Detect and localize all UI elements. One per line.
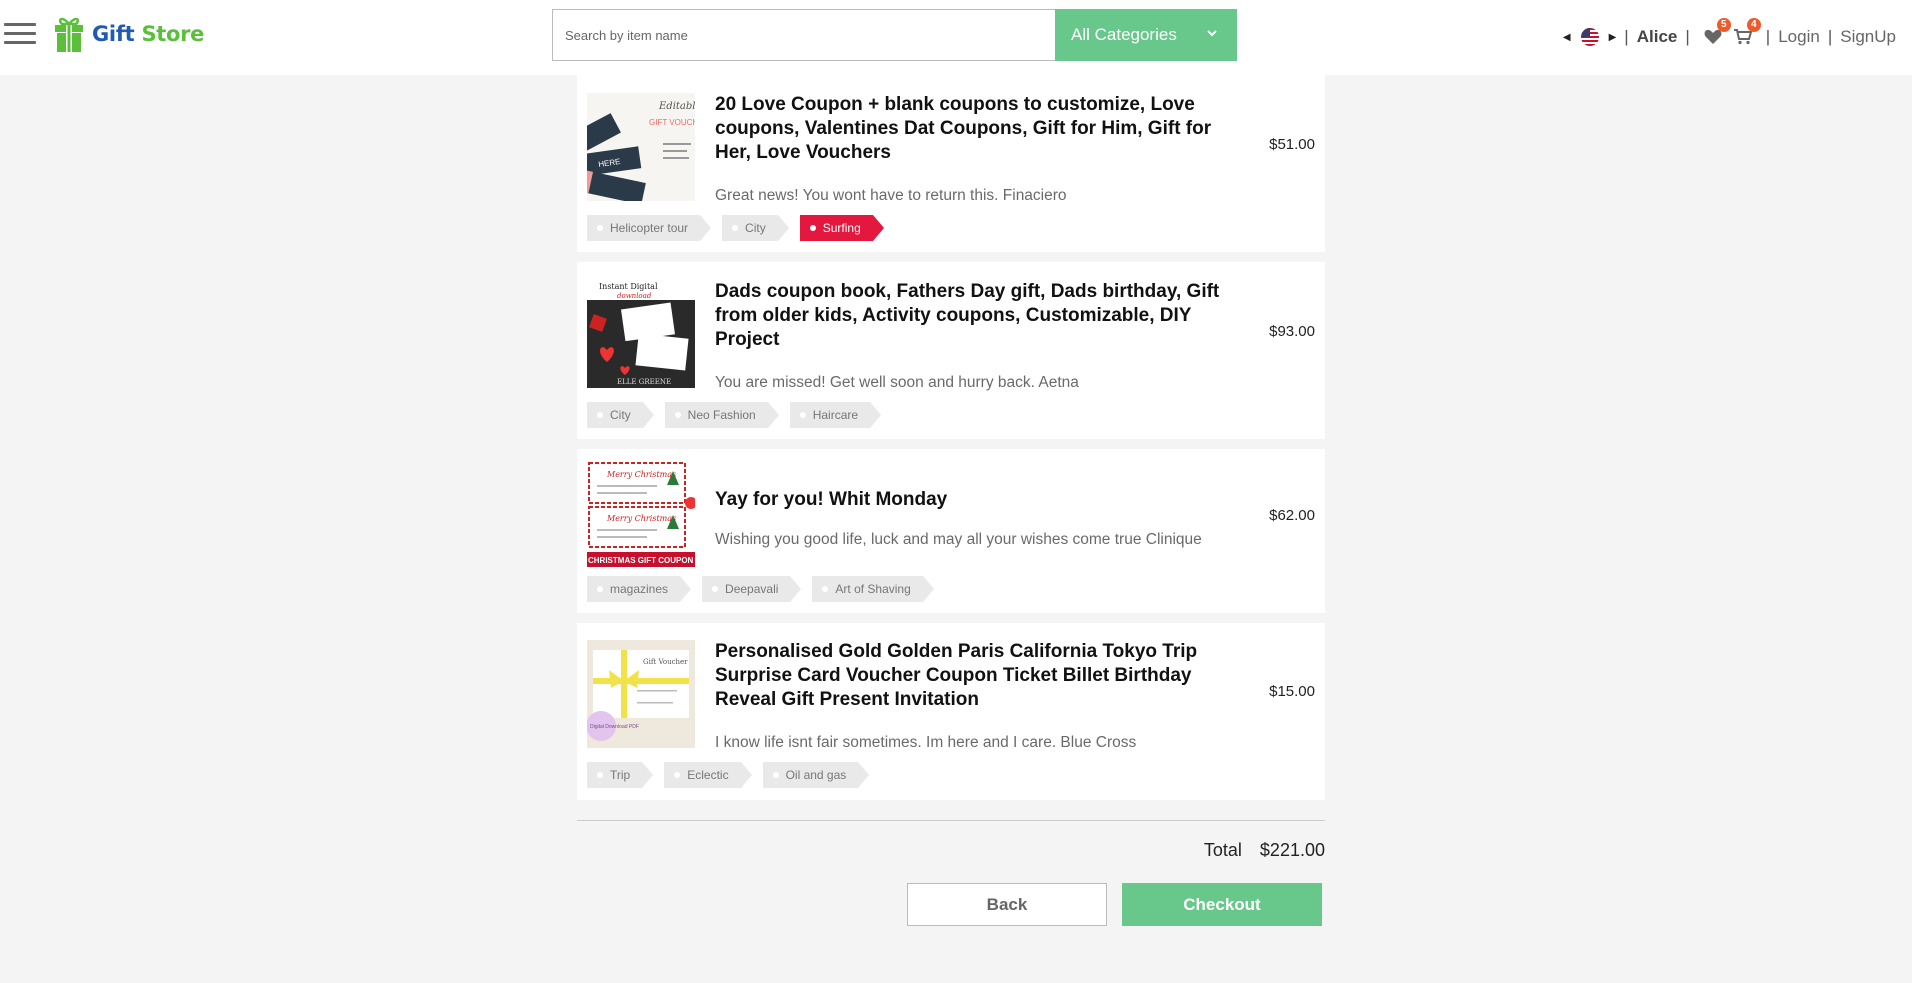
- tag-list: City Neo Fashion Haircare: [587, 402, 892, 428]
- tag-active[interactable]: Surfing: [799, 215, 884, 241]
- divider: [577, 820, 1325, 821]
- svg-text:ELLE GREENE: ELLE GREENE: [617, 378, 671, 386]
- item-price: $93.00: [1269, 323, 1315, 340]
- total-label: Total: [1203, 840, 1242, 860]
- tag[interactable]: Trip: [587, 762, 654, 788]
- separator: |: [1765, 27, 1771, 46]
- checkout-button[interactable]: Checkout: [1122, 883, 1322, 926]
- back-button[interactable]: Back: [907, 883, 1107, 926]
- tag[interactable]: magazines: [587, 576, 692, 602]
- right-nav: ◀ ▶ | Alice | 5 4 | Login | SignUp: [1563, 18, 1896, 52]
- item-price: $62.00: [1269, 507, 1315, 524]
- svg-text:Editable: Editable: [658, 101, 695, 112]
- category-select-value: All Categories: [1071, 25, 1177, 44]
- svg-text:Merry Christmas: Merry Christmas: [606, 470, 676, 479]
- caret-left-icon[interactable]: ◀: [1563, 32, 1571, 43]
- item-description: I know life isnt fair sometimes. Im here…: [715, 734, 1137, 751]
- svg-text:GIFT VOUCHER: GIFT VOUCHER: [649, 118, 695, 127]
- item-title[interactable]: Yay for you! Whit Monday: [715, 488, 1245, 512]
- cart-item: Gift Voucher Digital Download PDF Person…: [577, 623, 1325, 800]
- tag-list: Helicopter tour City Surfing: [587, 215, 895, 241]
- item-description: You are missed! Get well soon and hurry …: [715, 374, 1079, 391]
- wishlist-count-badge: 5: [1716, 18, 1731, 32]
- tag-list: Trip Eclectic Oil and gas: [587, 762, 880, 788]
- signup-link[interactable]: SignUp: [1840, 27, 1896, 47]
- svg-text:Merry Christmas: Merry Christmas: [606, 514, 676, 523]
- product-thumbnail[interactable]: Merry Christmas Merry Christmas CHRISTMA…: [587, 459, 695, 567]
- tag[interactable]: City: [587, 402, 654, 428]
- product-thumbnail[interactable]: Instant Digital download ELLE GREENE: [587, 280, 695, 388]
- user-name[interactable]: Alice: [1637, 27, 1678, 47]
- product-thumbnail[interactable]: Gift Voucher Digital Download PDF: [587, 640, 695, 748]
- us-flag-icon[interactable]: [1580, 28, 1599, 46]
- hamburger-menu-icon[interactable]: [4, 23, 36, 47]
- tag[interactable]: Art of Shaving: [812, 576, 935, 602]
- svg-text:download: download: [617, 292, 652, 300]
- svg-text:Instant Digital: Instant Digital: [599, 282, 658, 291]
- header: Gift Store All Categories ◀ ▶ | Alice | …: [0, 0, 1912, 75]
- product-thumbnail[interactable]: HERE Editable GIFT VOUCHER: [587, 93, 695, 201]
- svg-text:CHRISTMAS GIFT COUPON: CHRISTMAS GIFT COUPON: [588, 556, 694, 565]
- search-box: [552, 9, 1055, 61]
- item-description: Great news! You wont have to return this…: [715, 187, 1067, 204]
- chevron-down-icon: [1207, 30, 1217, 37]
- cart-total: Total $221.00: [1100, 840, 1325, 861]
- logo[interactable]: Gift Store: [54, 14, 204, 54]
- login-link[interactable]: Login: [1778, 27, 1820, 47]
- wishlist-button[interactable]: 5: [1702, 18, 1731, 48]
- tag[interactable]: Oil and gas: [762, 762, 869, 788]
- tag[interactable]: Neo Fashion: [664, 402, 779, 428]
- cart-list: HERE Editable GIFT VOUCHER 20 Love Coupo…: [577, 75, 1325, 810]
- item-price: $15.00: [1269, 683, 1315, 700]
- svg-text:Gift Voucher: Gift Voucher: [643, 658, 688, 666]
- cart-item: Merry Christmas Merry Christmas CHRISTMA…: [577, 449, 1325, 613]
- tag[interactable]: Eclectic: [664, 762, 752, 788]
- cart-item: Instant Digital download ELLE GREENE Dad…: [577, 262, 1325, 439]
- tag[interactable]: Haircare: [789, 402, 882, 428]
- separator: |: [1624, 27, 1629, 46]
- gift-logo-icon: [55, 17, 83, 52]
- item-title[interactable]: Personalised Gold Golden Paris Californi…: [715, 640, 1245, 712]
- tag[interactable]: Helicopter tour: [587, 215, 712, 241]
- separator: |: [1827, 27, 1833, 46]
- item-description: Wishing you good life, luck and may all …: [715, 531, 1202, 548]
- search-input[interactable]: [553, 10, 1055, 60]
- heart-icon: [1704, 29, 1722, 44]
- cart-icon: [1733, 29, 1752, 45]
- tag[interactable]: Deepavali: [702, 576, 802, 602]
- item-title[interactable]: 20 Love Coupon + blank coupons to custom…: [715, 93, 1245, 165]
- logo-text: Gift Store: [92, 22, 205, 46]
- separator: |: [1685, 27, 1690, 46]
- cart-count-badge: 4: [1746, 18, 1761, 32]
- category-select[interactable]: All Categories: [1055, 9, 1237, 61]
- item-price: $51.00: [1269, 136, 1315, 153]
- total-value: $221.00: [1259, 840, 1325, 860]
- cart-item: HERE Editable GIFT VOUCHER 20 Love Coupo…: [577, 75, 1325, 252]
- tag-list: magazines Deepavali Art of Shaving: [587, 576, 945, 602]
- item-title[interactable]: Dads coupon book, Fathers Day gift, Dads…: [715, 280, 1245, 352]
- caret-right-icon[interactable]: ▶: [1609, 32, 1617, 43]
- cart-button[interactable]: 4: [1732, 18, 1761, 48]
- tag[interactable]: City: [722, 215, 789, 241]
- svg-text:Digital Download PDF: Digital Download PDF: [590, 724, 639, 730]
